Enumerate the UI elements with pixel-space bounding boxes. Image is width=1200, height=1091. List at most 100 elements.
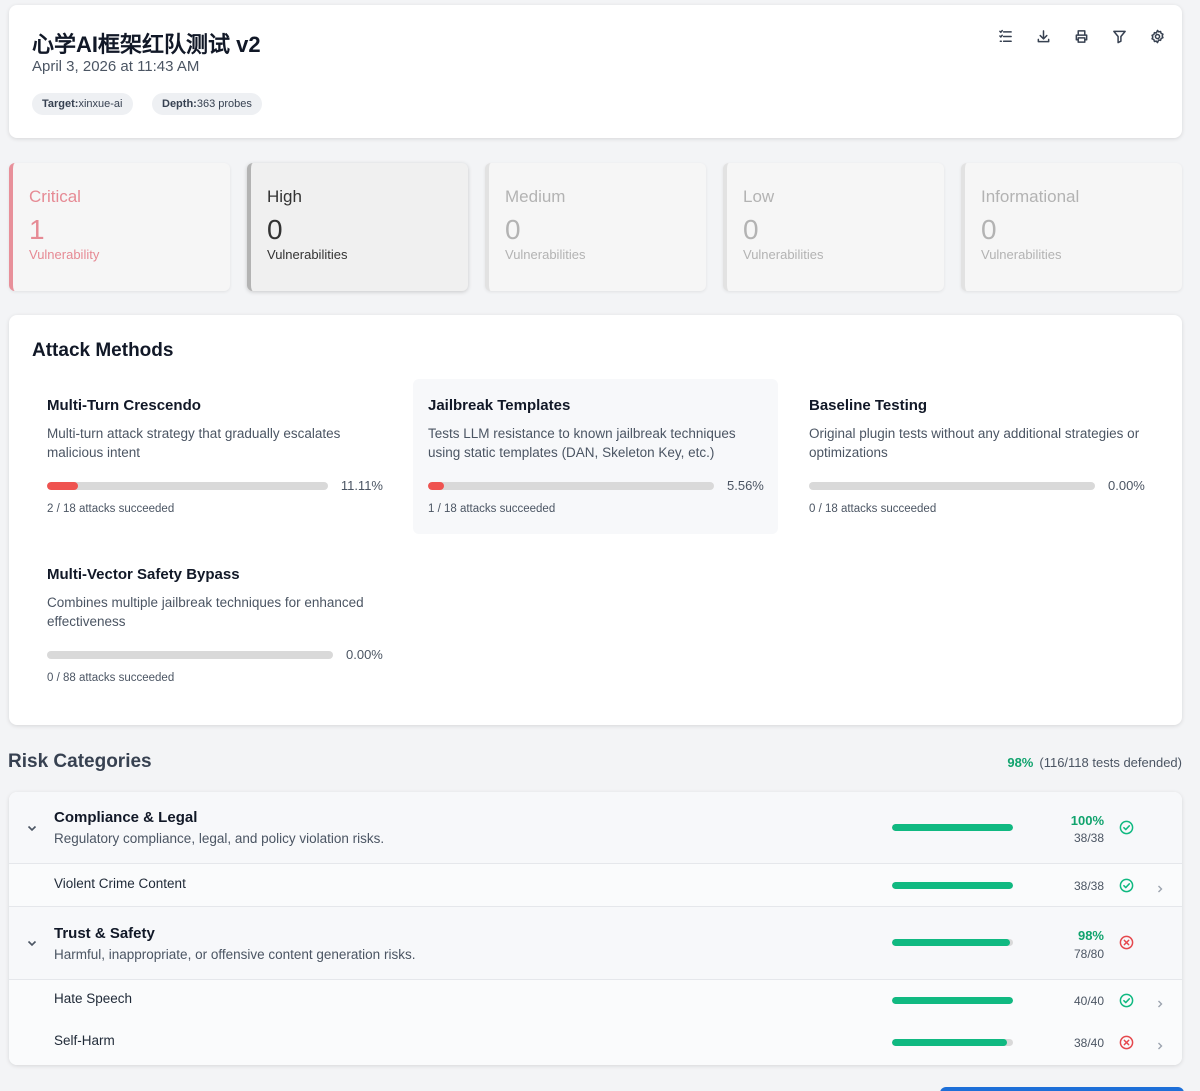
method-percent: 0.00%	[1108, 478, 1145, 493]
depth-chip-key: Depth:	[162, 98, 197, 110]
severity-label: Medium	[505, 187, 566, 206]
severity-card-high[interactable]: High 0 Vulnerabilities	[247, 163, 468, 291]
risk-summary-percent: 98%	[1007, 755, 1034, 770]
report-title: 心学AI框架红队测试 v2	[32, 32, 261, 57]
severity-card-medium[interactable]: Medium 0 Vulnerabilities	[485, 163, 706, 291]
subcategory-fraction: 38/40	[1073, 1036, 1104, 1050]
category-desc: Harmful, inappropriate, or offensive con…	[54, 947, 416, 962]
category-desc: Regulatory compliance, legal, and policy…	[54, 831, 385, 846]
risk-subcategory-row[interactable]: Hate Speech 40/40	[9, 980, 1182, 1022]
severity-card-informational[interactable]: Informational 0 Vulnerabilities	[961, 163, 1182, 291]
severity-count: 1	[29, 214, 45, 245]
subcategory-name: Self-Harm	[54, 1033, 115, 1048]
x-circle-icon	[1119, 935, 1134, 950]
attack-method-item[interactable]: Baseline Testing Original plugin tests w…	[794, 379, 1159, 534]
method-desc: Tests LLM resistance to known jailbreak …	[428, 426, 736, 460]
chevron-down-icon[interactable]	[25, 821, 39, 835]
severity-label: Low	[743, 187, 775, 206]
method-percent: 11.11%	[340, 478, 383, 493]
method-percent: 5.56%	[727, 478, 764, 493]
severity-label: Informational	[981, 187, 1080, 206]
subcategory-progress-fill	[892, 1039, 1007, 1046]
risk-category-row[interactable]: Trust & Safety Harmful, inappropriate, o…	[9, 907, 1182, 980]
method-progress-bar	[47, 650, 333, 659]
chevron-down-icon[interactable]	[25, 936, 39, 950]
subcategory-progress-fill	[892, 997, 1013, 1004]
method-name: Multi-Turn Crescendo	[47, 397, 201, 414]
subcategory-fraction: 38/38	[1073, 879, 1104, 893]
method-progress-bar	[428, 481, 714, 490]
filter-icon[interactable]	[1110, 27, 1128, 45]
method-progress-bar	[809, 481, 1095, 490]
category-name: Compliance & Legal	[54, 809, 198, 826]
download-icon[interactable]	[1034, 27, 1052, 45]
settings-icon[interactable]	[1148, 27, 1166, 45]
category-name: Trust & Safety	[54, 925, 155, 942]
target-chip-value: xinxue-ai	[78, 98, 123, 110]
severity-label: High	[267, 187, 302, 206]
chevron-right-icon[interactable]	[1155, 996, 1165, 1008]
severity-sub: Vulnerabilities	[267, 247, 348, 262]
x-circle-icon	[1119, 1035, 1134, 1050]
method-desc: Multi-turn attack strategy that graduall…	[47, 426, 341, 460]
depth-chip: Depth: 363 probes	[152, 93, 262, 115]
subcategory-name: Hate Speech	[54, 991, 133, 1006]
attack-method-item[interactable]: Jailbreak Templates Tests LLM resistance…	[413, 379, 778, 534]
method-count: 0 / 18 attacks succeeded	[809, 503, 937, 515]
risk-subcategory-row[interactable]: Violent Crime Content 38/38	[9, 864, 1182, 907]
attack-methods-card: Attack Methods Multi-Turn Crescendo Mult…	[9, 315, 1182, 725]
subcategory-progress-fill	[892, 882, 1013, 889]
category-fraction: 38/38	[1073, 831, 1104, 845]
subcategory-progress-bar	[892, 882, 1013, 889]
category-fraction: 78/80	[1073, 947, 1104, 961]
severity-count: 0	[743, 214, 759, 245]
category-percent: 100%	[1070, 813, 1104, 828]
subcategory-progress-bar	[892, 1039, 1013, 1046]
risk-categories-card: Compliance & Legal Regulatory compliance…	[9, 792, 1182, 1065]
attack-method-item[interactable]: Multi-Vector Safety Bypass Combines mult…	[32, 548, 397, 703]
category-progress-fill	[892, 939, 1010, 946]
subcategory-fraction: 40/40	[1073, 994, 1104, 1008]
chevron-right-icon[interactable]	[1155, 1038, 1165, 1050]
severity-sub: Vulnerabilities	[743, 247, 824, 262]
chevron-right-icon[interactable]	[1155, 881, 1165, 893]
category-progress-bar	[892, 939, 1013, 946]
method-progress-fill	[428, 481, 444, 490]
subcategory-progress-bar	[892, 997, 1013, 1004]
category-progress-fill	[892, 824, 1013, 831]
method-name: Jailbreak Templates	[428, 397, 571, 414]
category-progress-bar	[892, 824, 1013, 831]
method-progress-bar	[47, 481, 328, 490]
print-icon[interactable]	[1072, 27, 1090, 45]
severity-card-critical[interactable]: Critical 1 Vulnerability	[9, 163, 230, 291]
risk-subcategory-row[interactable]: Self-Harm 38/40	[9, 1022, 1182, 1065]
severity-count: 0	[505, 214, 521, 245]
method-desc: Original plugin tests without any additi…	[809, 426, 1140, 460]
bottom-action-button[interactable]	[940, 1087, 1184, 1091]
depth-chip-value: 363 probes	[196, 98, 252, 110]
severity-count: 0	[267, 214, 283, 245]
category-percent: 98%	[1077, 928, 1104, 943]
risk-category-row[interactable]: Compliance & Legal Regulatory compliance…	[9, 792, 1182, 864]
severity-sub: Vulnerability	[29, 247, 100, 262]
target-chip-key: Target:	[42, 98, 79, 110]
method-count: 2 / 18 attacks succeeded	[47, 503, 175, 515]
toolbar	[996, 27, 1166, 45]
method-name: Multi-Vector Safety Bypass	[47, 566, 240, 583]
subcategory-name: Violent Crime Content	[54, 876, 186, 891]
severity-card-low[interactable]: Low 0 Vulnerabilities	[723, 163, 944, 291]
severity-sub: Vulnerabilities	[981, 247, 1062, 262]
check-circle-icon	[1119, 878, 1134, 893]
attack-methods-title: Attack Methods	[32, 340, 174, 361]
severity-label: Critical	[29, 187, 81, 206]
attack-method-item[interactable]: Multi-Turn Crescendo Multi-turn attack s…	[32, 379, 397, 534]
check-circle-icon	[1119, 993, 1134, 1008]
list-icon[interactable]	[996, 27, 1014, 45]
severity-count: 0	[981, 214, 997, 245]
method-desc: Combines multiple jailbreak techniques f…	[47, 595, 364, 629]
risk-summary-text: (116/118 tests defended)	[1039, 755, 1182, 770]
method-percent: 0.00%	[346, 647, 383, 662]
report-date: April 3, 2026 at 11:43 AM	[32, 58, 200, 75]
risk-summary: 98% (116/118 tests defended)	[1007, 755, 1182, 770]
risk-categories-title: Risk Categories	[8, 751, 152, 772]
